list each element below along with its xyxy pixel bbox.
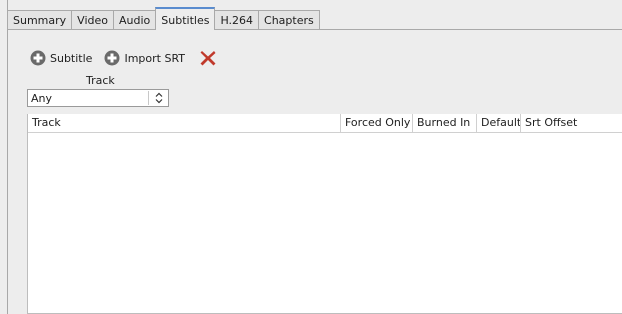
tab-bar: Summary Video Audio Subtitles H.264 Chap…: [7, 7, 320, 30]
combo-separator: [148, 91, 149, 105]
track-filter-label: Track: [86, 74, 115, 87]
tab-video[interactable]: Video: [71, 10, 114, 30]
column-header-srt-offset[interactable]: Srt Offset: [520, 114, 622, 132]
tab-chapters[interactable]: Chapters: [258, 10, 320, 30]
up-down-arrows-icon: [155, 92, 163, 104]
import-srt-label: Import SRT: [124, 51, 186, 65]
tab-subtitles[interactable]: Subtitles: [155, 7, 216, 30]
column-header-burned-in[interactable]: Burned In: [412, 114, 476, 132]
table-body[interactable]: [28, 133, 622, 313]
tab-summary[interactable]: Summary: [7, 10, 73, 30]
add-subtitle-button[interactable]: Subtitle: [30, 50, 92, 66]
column-header-default[interactable]: Default: [476, 114, 521, 132]
tab-audio[interactable]: Audio: [113, 10, 157, 30]
subtitle-table: Track Forced Only Burned In Default Srt …: [27, 114, 622, 314]
plus-circle-icon: [104, 50, 120, 66]
track-filter-value: Any: [31, 91, 53, 105]
subtitle-toolbar: Subtitle Import SRT: [30, 48, 217, 68]
tab-divider: [7, 29, 622, 30]
tab-h264[interactable]: H.264: [214, 10, 260, 30]
column-header-forced-only[interactable]: Forced Only: [340, 114, 412, 132]
column-header-track[interactable]: Track: [28, 114, 340, 132]
red-x-icon: [200, 51, 216, 66]
import-srt-button[interactable]: Import SRT: [104, 50, 185, 66]
remove-subtitle-button[interactable]: [199, 49, 217, 67]
track-filter-select[interactable]: Any: [27, 89, 169, 107]
table-header: Track Forced Only Burned In Default Srt …: [28, 114, 622, 133]
add-subtitle-label: Subtitle: [50, 51, 93, 65]
plus-circle-icon: [30, 50, 46, 66]
